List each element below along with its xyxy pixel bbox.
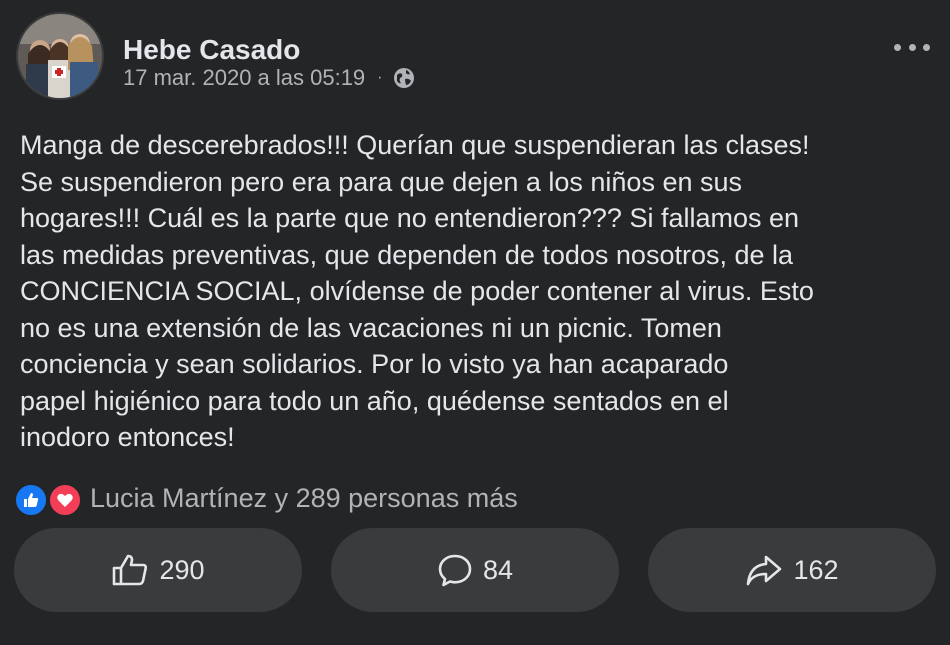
globe-icon <box>393 68 414 88</box>
post-timestamp[interactable]: 17 mar. 2020 a las 05:19 <box>123 65 365 91</box>
share-icon <box>747 555 782 586</box>
like-reaction-icon <box>14 483 48 517</box>
love-reaction-icon <box>48 483 82 517</box>
post-actions: 290 84 162 <box>14 528 936 612</box>
avatar[interactable] <box>16 12 104 100</box>
meta-separator: · <box>377 69 383 86</box>
thumbs-up-icon <box>113 554 148 586</box>
more-dot <box>894 43 901 51</box>
post-meta: 17 mar. 2020 a las 05:19 · <box>123 65 415 91</box>
comment-button[interactable]: 84 <box>331 528 619 612</box>
author-name[interactable]: Hebe Casado <box>123 34 300 66</box>
more-options-icon[interactable] <box>894 38 930 56</box>
more-dot <box>908 43 916 51</box>
reactions-summary[interactable]: Lucia Martínez y 289 personas más <box>14 480 518 517</box>
reaction-icons <box>14 481 84 517</box>
avatar-photo <box>18 14 102 98</box>
reactions-summary-text: Lucia Martínez y 289 personas más <box>90 482 518 513</box>
more-dot <box>923 43 930 51</box>
post-text: Manga de descerebrados!!! Querían que su… <box>20 130 814 452</box>
like-count: 290 <box>159 554 205 585</box>
post-header: Hebe Casado 17 mar. 2020 a las 05:19 · <box>16 12 934 104</box>
comment-count: 84 <box>482 554 514 585</box>
share-button[interactable]: 162 <box>648 528 936 612</box>
comment-icon <box>438 554 472 587</box>
like-button[interactable]: 290 <box>14 528 302 612</box>
share-count: 162 <box>793 554 839 585</box>
